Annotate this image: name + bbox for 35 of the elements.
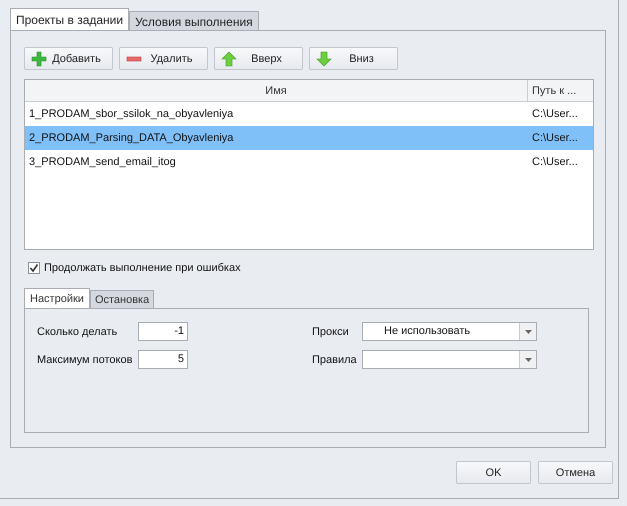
dialog-button[interactable]: OK	[456, 461, 531, 484]
table-cell-text: C:\User...	[531, 156, 579, 168]
input-field[interactable]: 5	[138, 350, 188, 369]
table-cell-text: C:\User...	[531, 108, 579, 120]
field-label: Прокси	[312, 326, 350, 338]
tab[interactable]: Условия выполнения	[129, 11, 259, 30]
dropdown-arrow-icon	[524, 358, 532, 362]
tab[interactable]: Проекты в задании	[10, 8, 130, 30]
table-cell-text: 1_PRODAM_sbor_ssilok_na_obyavleniya	[28, 108, 234, 120]
dropdown-arrow-icon	[524, 330, 532, 334]
field-label: Сколько делать	[37, 326, 118, 338]
dialog-button[interactable]: Отмена	[538, 461, 613, 484]
down-arrow-icon	[316, 50, 332, 66]
toolbar-button[interactable]: Удалить	[119, 47, 208, 70]
dropdown[interactable]: Не использовать	[362, 322, 537, 341]
table-cell-text: 3_PRODAM_send_email_itog	[28, 156, 177, 168]
table-cell-text: 2_PRODAM_Parsing_DATA_Obyavleniya	[28, 132, 234, 144]
column-header[interactable]: Имя	[25, 80, 528, 101]
tab[interactable]: Настройки	[24, 288, 90, 308]
checkbox-label: Продолжать выполнение при ошибках	[44, 262, 241, 274]
tab[interactable]: Остановка	[90, 290, 154, 308]
field-label: Правила	[312, 354, 358, 366]
table-cell-text: C:\User...	[531, 132, 579, 144]
toolbar-button[interactable]: Вверх	[214, 47, 303, 70]
table-row[interactable]: 1_PRODAM_sbor_ssilok_na_obyavleniya C:\User...	[25, 102, 593, 126]
up-arrow-icon	[221, 50, 237, 66]
input-field[interactable]: -1	[138, 322, 188, 341]
table-row[interactable]: 3_PRODAM_send_email_itog C:\User...	[25, 150, 593, 174]
toolbar-button[interactable]: Вниз	[309, 47, 398, 70]
column-header[interactable]: Путь к ...	[528, 80, 593, 101]
field-label: Максимум потоков	[37, 354, 134, 366]
table-row[interactable]: 2_PRODAM_Parsing_DATA_Obyavleniya C:\User...	[25, 126, 593, 150]
plus-icon	[31, 50, 47, 66]
checkbox[interactable]	[28, 262, 40, 274]
toolbar-button[interactable]: Добавить	[24, 47, 113, 70]
